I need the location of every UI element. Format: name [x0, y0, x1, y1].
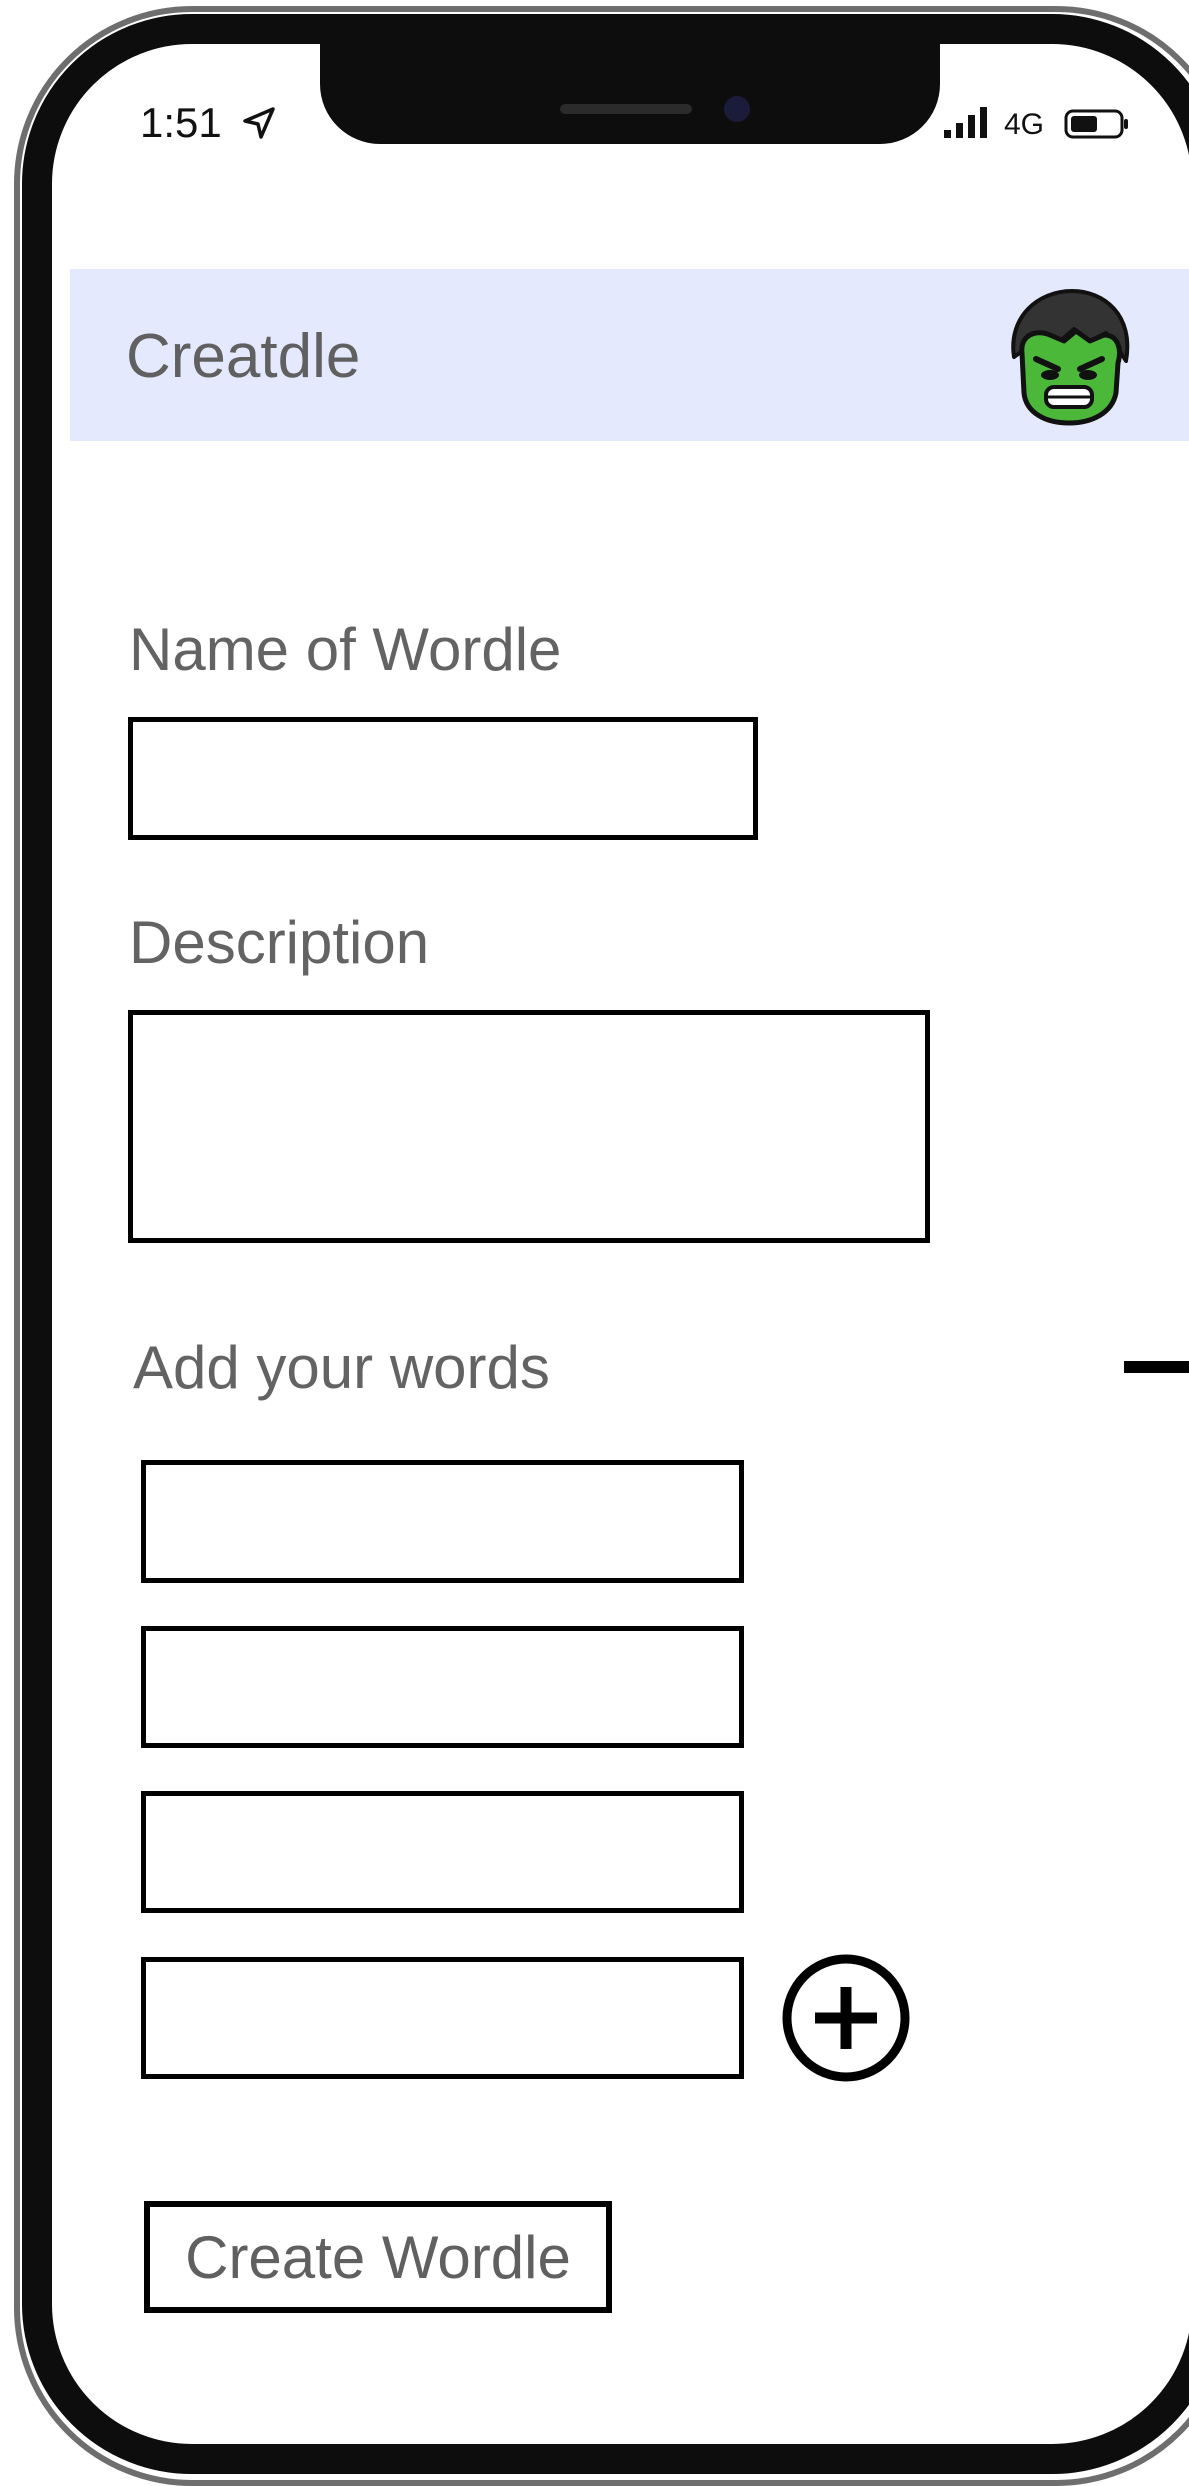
status-time: 1:51 [140, 96, 277, 147]
location-arrow-icon [243, 107, 276, 139]
name-label: Name of Wordle [129, 616, 562, 683]
word-input-2[interactable] [141, 1626, 744, 1748]
app-title: Creatdle [126, 322, 361, 391]
add-word-button[interactable] [781, 1953, 911, 2083]
earpiece-speaker [560, 104, 692, 114]
battery-icon [1064, 109, 1128, 139]
word-input-1[interactable] [141, 1460, 744, 1583]
network-label: 4G [1004, 108, 1045, 141]
word-input-4[interactable] [141, 1957, 744, 2079]
status-time-text: 1:51 [140, 98, 222, 146]
words-label: Add your words [133, 1334, 550, 1401]
front-camera [724, 96, 750, 122]
hulk-avatar-icon[interactable] [994, 279, 1144, 429]
name-input[interactable] [128, 717, 758, 840]
plus-circle-icon [782, 1954, 910, 2082]
description-input[interactable] [128, 1010, 930, 1243]
app-header: Creatdle [70, 269, 1189, 441]
word-input-3[interactable] [141, 1791, 744, 1913]
create-wordle-button[interactable]: Create Wordle [144, 2201, 612, 2313]
phone-notch [320, 38, 940, 144]
description-label: Description [129, 909, 430, 976]
side-button-indicator [1124, 1361, 1189, 1373]
signal-bars-icon [944, 107, 987, 138]
